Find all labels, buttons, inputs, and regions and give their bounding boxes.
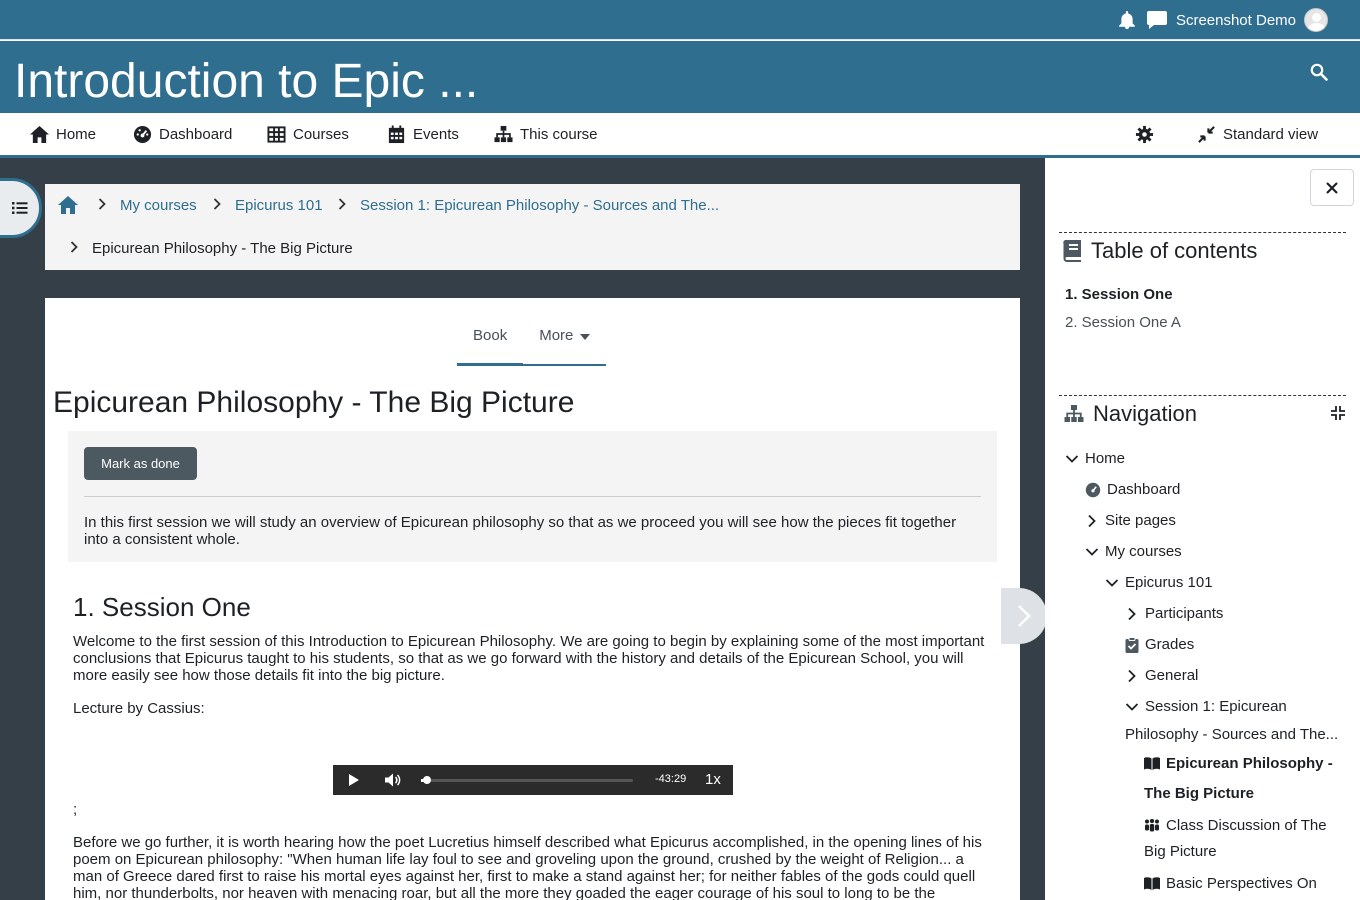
breadcrumb-item-current: Epicurean Philosophy - The Big Picture bbox=[70, 240, 353, 257]
lecture-label: Lecture by Cassius: bbox=[73, 700, 205, 717]
user-menu: Screenshot Demo bbox=[1116, 8, 1328, 32]
tab-book[interactable]: Book bbox=[457, 318, 524, 366]
top-bar: Screenshot Demo bbox=[0, 0, 1360, 40]
nav-tree-forum-cont[interactable]: Big Picture bbox=[1144, 838, 1217, 866]
chevron-down-icon bbox=[1125, 702, 1139, 711]
toc-item[interactable]: 2. Session One A bbox=[1065, 314, 1181, 331]
nav-tree-grades[interactable]: Grades bbox=[1125, 636, 1194, 653]
breadcrumb-item-session[interactable]: Session 1: Epicurean Philosophy - Source… bbox=[338, 197, 719, 214]
home-icon bbox=[58, 196, 78, 214]
chevron-right-icon bbox=[70, 240, 78, 257]
search-icon[interactable] bbox=[1310, 63, 1328, 85]
volume-icon[interactable] bbox=[385, 773, 401, 787]
nav-tree-my-courses[interactable]: My courses bbox=[1085, 543, 1182, 560]
nav-tree-course[interactable]: Epicurus 101 bbox=[1105, 574, 1213, 591]
course-banner: Introduction to Epic ... bbox=[0, 41, 1360, 113]
book-icon bbox=[1063, 240, 1081, 262]
user-name[interactable]: Screenshot Demo bbox=[1176, 12, 1296, 29]
users-icon bbox=[1145, 819, 1159, 832]
toc-block-title: Table of contents bbox=[1063, 238, 1257, 264]
chapter-paragraph: Welcome to the first session of this Int… bbox=[73, 633, 985, 684]
tab-more[interactable]: More bbox=[523, 318, 607, 366]
nav-this-course[interactable]: This course bbox=[494, 125, 598, 144]
divider bbox=[84, 496, 981, 497]
clipboard-icon bbox=[1125, 636, 1139, 653]
nav-tree-current-book[interactable]: Epicurean Philosophy - bbox=[1144, 755, 1333, 772]
nav-tree-dashboard[interactable]: Dashboard bbox=[1085, 481, 1180, 498]
nav-tree-general[interactable]: General bbox=[1125, 667, 1198, 684]
avatar[interactable] bbox=[1304, 8, 1328, 32]
open-book-icon bbox=[1144, 757, 1160, 770]
mark-as-done-button[interactable]: Mark as done bbox=[84, 447, 197, 480]
close-drawer-button[interactable] bbox=[1310, 169, 1354, 206]
audio-time: -43:29 bbox=[655, 773, 687, 785]
list-icon bbox=[12, 202, 28, 214]
nav-tree-session[interactable]: Session 1: Epicurean bbox=[1125, 698, 1287, 715]
divider bbox=[1059, 395, 1346, 396]
dashboard-icon bbox=[1085, 482, 1101, 497]
page-title: Epicurean Philosophy - The Big Picture bbox=[53, 386, 575, 419]
breadcrumb: My courses Epicurus 101 Session 1: Epicu… bbox=[45, 184, 1020, 270]
calendar-icon bbox=[388, 125, 405, 144]
semicolon-text: ; bbox=[73, 801, 78, 818]
nav-tree-participants[interactable]: Participants bbox=[1125, 605, 1223, 622]
nav-courses[interactable]: Courses bbox=[267, 125, 349, 144]
nav-tree-session-cont[interactable]: Philosophy - Sources and The... bbox=[1125, 721, 1338, 749]
nav-tree-home[interactable]: Home bbox=[1065, 450, 1125, 467]
nav-tree-book2[interactable]: Basic Perspectives On bbox=[1144, 875, 1317, 892]
chapter-title: 1. Session One bbox=[73, 592, 251, 622]
sitemap-icon bbox=[1064, 405, 1084, 422]
chevron-right-icon bbox=[1128, 669, 1136, 682]
playback-speed-button[interactable]: 1x bbox=[705, 771, 721, 788]
audio-progress-track[interactable] bbox=[421, 779, 633, 782]
audio-progress-handle[interactable] bbox=[423, 776, 432, 784]
audio-player: -43:29 1x bbox=[333, 765, 733, 795]
collapse-icon[interactable] bbox=[1331, 406, 1345, 420]
nav-tree-forum[interactable]: Class Discussion of The bbox=[1144, 817, 1327, 834]
breadcrumb-item-course[interactable]: Epicurus 101 bbox=[213, 197, 323, 214]
divider bbox=[1059, 232, 1346, 233]
home-icon bbox=[30, 125, 49, 144]
block-drawer: Table of contents 1. Session One 2. Sess… bbox=[1045, 158, 1360, 900]
toc-item-current: 1. Session One bbox=[1065, 286, 1173, 303]
sitemap-icon bbox=[494, 125, 513, 143]
secondary-navigation: Book More bbox=[457, 318, 607, 366]
settings-button[interactable] bbox=[1135, 125, 1154, 144]
chevron-down-icon bbox=[1085, 547, 1099, 556]
play-icon[interactable] bbox=[348, 774, 359, 786]
breadcrumb-item-my-courses[interactable]: My courses bbox=[98, 197, 197, 214]
chevron-right-icon bbox=[1018, 605, 1031, 627]
content-card: Book More Epicurean Philosophy - The Big… bbox=[45, 298, 1020, 900]
nav-events[interactable]: Events bbox=[387, 125, 459, 144]
chevron-right-icon bbox=[1128, 607, 1136, 620]
close-icon bbox=[1326, 181, 1338, 194]
course-title: Introduction to Epic ... bbox=[14, 55, 479, 108]
gear-icon bbox=[1135, 125, 1154, 144]
chevron-right-icon bbox=[1088, 514, 1096, 527]
breadcrumb-home[interactable] bbox=[57, 195, 79, 215]
nav-dashboard[interactable]: Dashboard bbox=[133, 125, 232, 144]
activity-description: In this first session we will study an o… bbox=[84, 514, 957, 548]
navigation-block-title: Navigation bbox=[1063, 401, 1197, 427]
primary-navigation: Home Dashboard Courses Events This cours… bbox=[0, 113, 1360, 158]
chevron-right-icon bbox=[338, 197, 346, 214]
table-icon bbox=[267, 126, 286, 143]
chapter-paragraph: Before we go further, it is worth hearin… bbox=[73, 834, 982, 900]
chevron-down-icon bbox=[1105, 578, 1119, 587]
nav-tree-current-book-cont[interactable]: The Big Picture bbox=[1144, 780, 1254, 808]
chevron-right-icon bbox=[213, 197, 221, 214]
chevron-down-icon bbox=[1065, 454, 1079, 463]
compress-icon bbox=[1198, 126, 1215, 143]
caret-down-icon bbox=[580, 334, 591, 340]
open-book-icon bbox=[1144, 877, 1160, 890]
dashboard-icon bbox=[133, 125, 152, 144]
chevron-right-icon bbox=[98, 197, 106, 214]
activity-header: Mark as done In this first session we wi… bbox=[68, 431, 997, 562]
nav-tree-site-pages[interactable]: Site pages bbox=[1085, 512, 1176, 529]
bell-icon[interactable] bbox=[1116, 9, 1138, 31]
nav-home[interactable]: Home bbox=[30, 125, 96, 144]
standard-view-button[interactable]: Standard view bbox=[1197, 125, 1318, 144]
messages-icon[interactable] bbox=[1146, 9, 1168, 31]
